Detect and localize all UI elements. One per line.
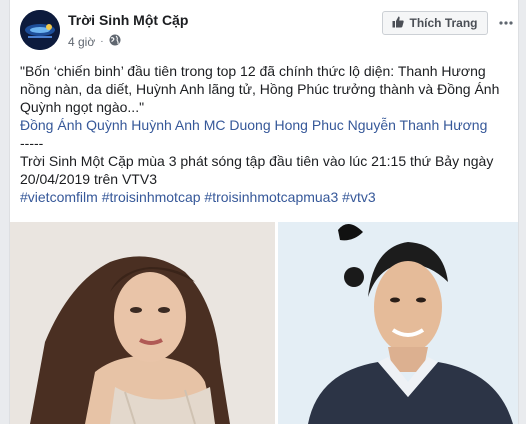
tag-link[interactable]: Huỳnh Anh — [131, 117, 200, 133]
woman-portrait-image — [10, 222, 275, 424]
hashtags: #vietcomfilm #troisinhmotcap #troisinhmo… — [20, 188, 510, 206]
post-time[interactable]: 4 giờ — [68, 35, 95, 49]
post-meta: 4 giờ · — [68, 34, 121, 49]
separator-dot: · — [100, 35, 104, 47]
globe-icon[interactable] — [109, 34, 121, 49]
facebook-post: Trời Sinh Một Cặp 4 giờ · Thích Trang "B… — [9, 0, 519, 424]
post-header: Trời Sinh Một Cặp 4 giờ · Thích Trang — [10, 0, 518, 56]
photo-man[interactable] — [278, 222, 518, 424]
tag-link[interactable]: Đồng Ánh Quỳnh — [20, 117, 127, 133]
man-portrait-image — [278, 222, 518, 424]
like-page-button[interactable]: Thích Trang — [382, 11, 488, 35]
post-text: "Bốn ‘chiến binh’ đầu tiên trong top 12 … — [20, 62, 510, 206]
post-photos — [10, 222, 518, 424]
hashtag-link[interactable]: #troisinhmotcap — [102, 189, 201, 205]
page-name[interactable]: Trời Sinh Một Cặp — [68, 12, 188, 28]
separator-line: ----- — [20, 135, 44, 151]
thumbs-up-icon — [392, 16, 405, 31]
announcement: Trời Sinh Một Cặp mùa 3 phát sóng tập đầ… — [20, 153, 494, 187]
more-options-icon[interactable] — [498, 12, 514, 34]
hashtag-link[interactable]: #troisinhmotcapmua3 — [204, 189, 338, 205]
tagged-people: Đồng Ánh Quỳnh Huỳnh Anh MC Duong Hong P… — [20, 116, 510, 134]
page-avatar[interactable] — [20, 10, 60, 50]
like-page-label: Thích Trang — [409, 16, 478, 30]
hashtag-link[interactable]: #vietcomfilm — [20, 189, 98, 205]
tag-link[interactable]: Nguyễn Thanh Hương — [348, 117, 488, 133]
post-quote: "Bốn ‘chiến binh’ đầu tiên trong top 12 … — [20, 63, 500, 115]
photo-woman[interactable] — [10, 222, 275, 424]
tag-link[interactable]: MC Duong Hong Phuc — [204, 117, 344, 133]
hashtag-link[interactable]: #vtv3 — [342, 189, 375, 205]
page-logo — [20, 10, 60, 50]
